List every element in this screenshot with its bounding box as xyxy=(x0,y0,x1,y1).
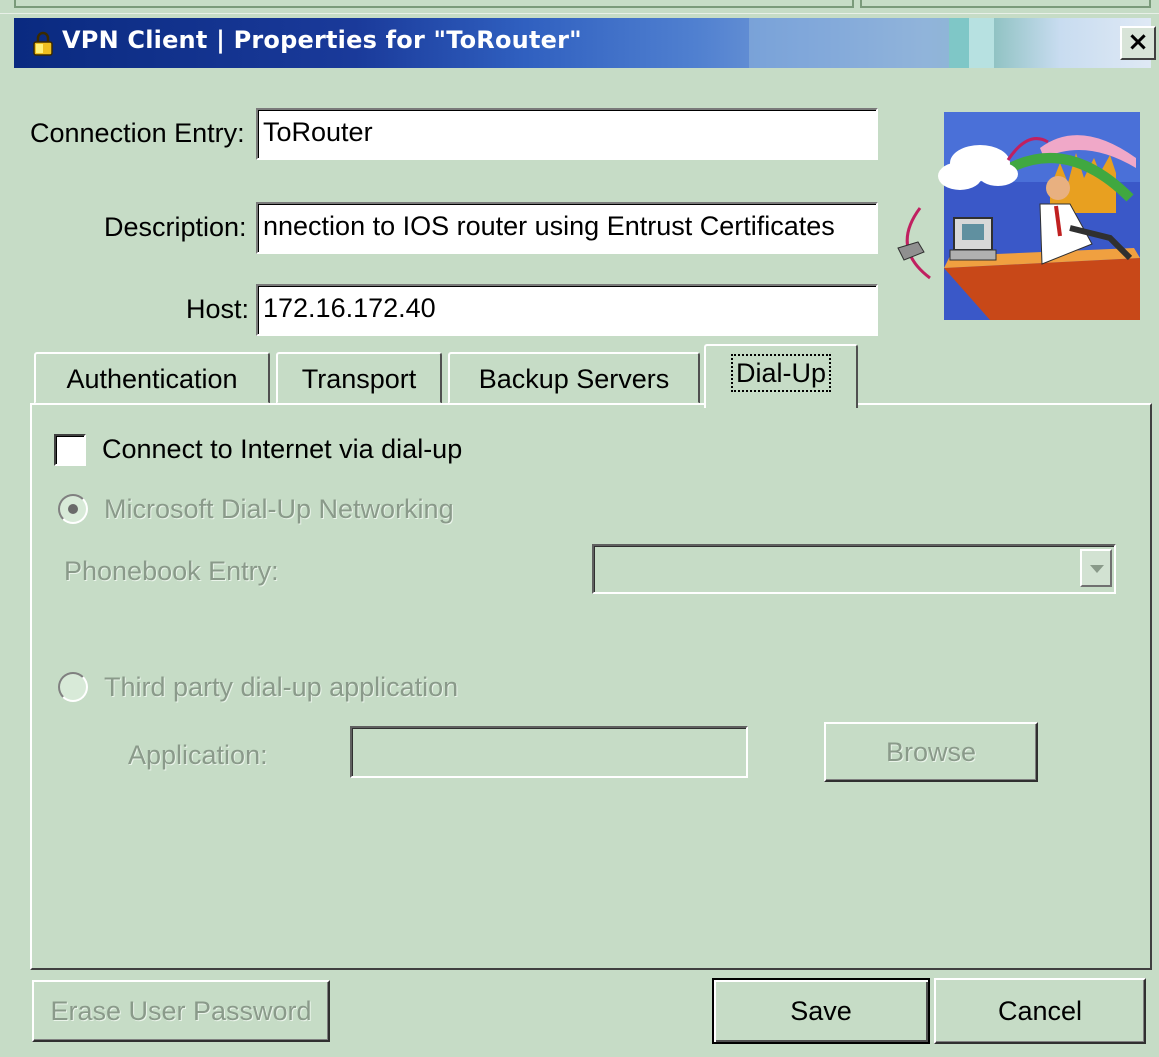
connection-entry-field[interactable]: ToRouter xyxy=(256,108,878,160)
title-bar-shade xyxy=(949,18,969,68)
cancel-button[interactable]: Cancel xyxy=(934,978,1146,1044)
description-field[interactable]: nnection to IOS router using Entrust Cer… xyxy=(256,202,878,254)
title-bar-shade xyxy=(969,18,994,68)
title-bar[interactable]: VPN Client | Properties for "ToRouter" × xyxy=(14,18,1156,68)
tab-transport[interactable]: Transport xyxy=(276,352,442,404)
host-label: Host: xyxy=(186,294,250,324)
chevron-down-icon[interactable] xyxy=(1080,549,1112,587)
application-field[interactable] xyxy=(350,726,748,778)
erase-user-password-button[interactable]: Erase User Password xyxy=(32,980,330,1042)
top-strip-segment xyxy=(860,0,1151,8)
close-button[interactable]: × xyxy=(1120,26,1156,60)
microsoft-dialup-label[interactable]: Microsoft Dial-Up Networking xyxy=(104,494,454,525)
connection-illustration xyxy=(897,112,1140,320)
host-field[interactable]: 172.16.172.40 xyxy=(256,284,878,336)
browse-button[interactable]: Browse xyxy=(824,722,1038,782)
application-label: Application: xyxy=(128,740,268,770)
tab-label: Authentication xyxy=(66,364,238,394)
connection-entry-label: Connection Entry: xyxy=(30,118,245,148)
tab-authentication[interactable]: Authentication xyxy=(34,352,270,404)
tab-dial-up[interactable]: Dial-Up xyxy=(704,344,858,408)
phonebook-entry-label: Phonebook Entry: xyxy=(64,556,279,586)
third-party-radio[interactable] xyxy=(58,672,88,702)
third-party-label[interactable]: Third party dial-up application xyxy=(104,672,458,703)
microsoft-dialup-radio[interactable] xyxy=(58,494,88,524)
properties-dialog: VPN Client | Properties for "ToRouter" ×… xyxy=(0,0,1159,1057)
save-button[interactable]: Save xyxy=(712,978,930,1044)
connect-dialup-label[interactable]: Connect to Internet via dial-up xyxy=(102,434,462,465)
top-strip-segment xyxy=(14,0,854,8)
top-strip xyxy=(0,0,1159,14)
title-bar-shade xyxy=(749,18,949,68)
tab-label: Dial-Up xyxy=(730,354,832,392)
tab-backup-servers[interactable]: Backup Servers xyxy=(448,352,700,404)
window-title: VPN Client | Properties for "ToRouter" xyxy=(62,26,582,54)
connect-dialup-checkbox[interactable] xyxy=(54,434,86,466)
phonebook-entry-dropdown[interactable] xyxy=(592,544,1116,594)
radio-selected-dot xyxy=(68,504,78,514)
description-label: Description: xyxy=(104,212,247,242)
tab-label: Backup Servers xyxy=(478,364,670,394)
tab-label: Transport xyxy=(301,364,417,394)
lock-icon xyxy=(33,31,53,56)
